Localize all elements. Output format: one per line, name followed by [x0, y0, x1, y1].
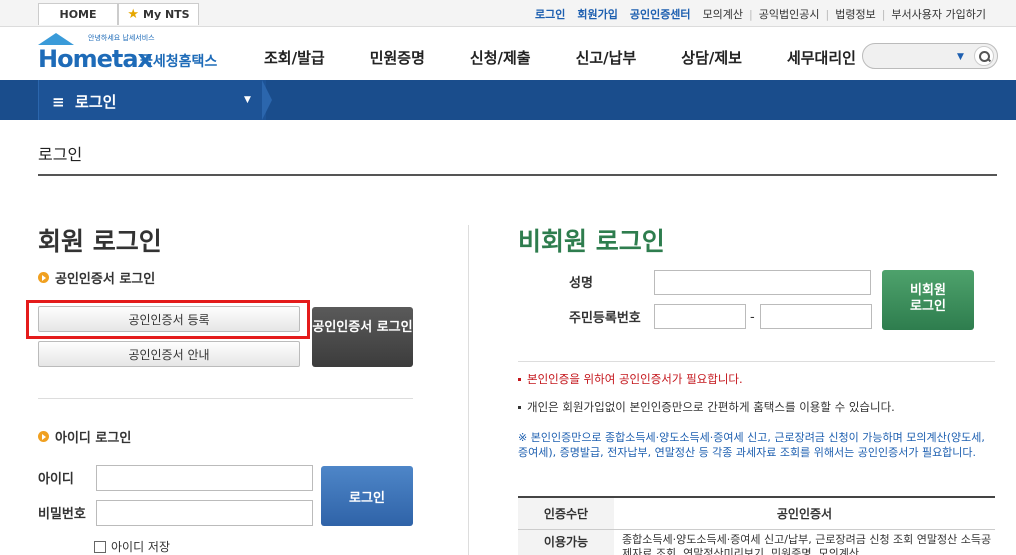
simulation-link[interactable]: 모의계산	[697, 6, 749, 22]
cert-guide-button[interactable]: 공인인증서 안내	[38, 341, 300, 367]
logo-wordmark: Hometax	[38, 45, 153, 73]
checkbox-box[interactable]	[94, 540, 106, 553]
cert-login-heading: 공인인증서 로그인	[55, 272, 156, 287]
caret-down-icon[interactable]: ▼	[244, 95, 251, 105]
home-tab-label: HOME	[59, 8, 97, 21]
rrn-dash: -	[750, 310, 755, 325]
id-login-section: 아이디 로그인	[38, 427, 131, 446]
table-header-cell: 인증수단	[518, 496, 614, 530]
location-menu[interactable]: ≡ 로그인	[52, 91, 116, 112]
member-login-title: 회원 로그인	[38, 227, 162, 256]
cert-login-label: 공인인증서 로그인	[312, 320, 413, 335]
page-title: 로그인	[38, 145, 83, 164]
hometax-logo[interactable]: 안녕하세요 납세서비스 Hometax 국세청홈택스	[38, 31, 238, 75]
save-id-checkbox[interactable]: 아이디 저장	[94, 538, 170, 555]
search-icon[interactable]	[974, 46, 994, 66]
save-id-label: 아이디 저장	[111, 540, 171, 554]
chevron-down-icon[interactable]: ▼	[957, 52, 964, 62]
note-simple-use-text: 개인은 회원가입없이 본인인증만으로 간편하게 홈택스를 이용할 수 있습니다.	[527, 400, 895, 414]
law-info-link[interactable]: 법령정보	[829, 6, 881, 22]
dept-user-signup-link[interactable]: 부서사용자 가입하기	[885, 6, 992, 22]
roof-icon	[38, 33, 74, 45]
note-cert-required-text: 본인인증을 위하여 공인인증서가 필요합니다.	[527, 372, 743, 386]
cert-login-section: 공인인증서 로그인	[38, 268, 155, 287]
login-link[interactable]: 로그인	[529, 6, 571, 22]
name-label: 성명	[569, 276, 593, 291]
bullet-icon	[518, 406, 521, 409]
arrow-divider	[262, 80, 272, 120]
divider	[518, 361, 995, 362]
cert-guide-label: 공인인증서 안내	[128, 347, 210, 362]
id-login-button[interactable]: 로그인	[321, 466, 413, 526]
note-simple-use: 개인은 회원가입없이 본인인증만으로 간편하게 홈택스를 이용할 수 있습니다.	[518, 399, 895, 415]
utility-links: 로그인 회원가입 공인인증센터 모의계산 | 공익법인공시 | 법령정보 | 부서사용…	[529, 6, 992, 22]
location-bar: ≡ 로그인 ▼	[0, 80, 1016, 120]
mynts-tab-label: My NTS	[143, 8, 190, 21]
id-login-heading: 아이디 로그인	[55, 431, 132, 446]
search-input[interactable]: ▼	[862, 43, 998, 69]
nav-consult[interactable]: 상담/제보	[681, 47, 742, 68]
signup-link[interactable]: 회원가입	[571, 6, 623, 22]
logo-korean: 국세청홈택스	[140, 54, 218, 70]
nav-inquiry[interactable]: 조회/발급	[264, 47, 325, 68]
logo-tagline: 안녕하세요 납세서비스	[88, 34, 155, 42]
id-input[interactable]	[96, 465, 313, 491]
password-label: 비밀번호	[38, 507, 86, 522]
table-header-cell: 공인인증서	[614, 496, 995, 530]
note-cert-required: 본인인증을 위하여 공인인증서가 필요합니다.	[518, 371, 743, 387]
table-row: 이용가능 종합소득세·양도소득세·증여세 신고/납부, 근로장려금 신청 조회 …	[518, 529, 995, 555]
bullet-icon	[38, 431, 49, 442]
note-info: ※ 본인인증만으로 종합소득세·양도소득세·증여세 신고, 근로장려금 신청이 …	[518, 431, 985, 459]
home-tab[interactable]: HOME	[38, 3, 118, 25]
cert-center-link[interactable]: 공인인증센터	[624, 6, 697, 22]
id-label: 아이디	[38, 472, 74, 487]
guest-login-button[interactable]: 비회원 로그인	[882, 270, 974, 330]
table-cell: 종합소득세·양도소득세·증여세 신고/납부, 근로장려금 신청 조회 연말정산 …	[614, 529, 995, 555]
rrn-front-input[interactable]	[654, 304, 746, 329]
bullet-icon	[38, 272, 49, 283]
bullet-icon	[518, 378, 521, 381]
password-input[interactable]	[96, 500, 313, 526]
name-input[interactable]	[654, 270, 871, 295]
auth-method-table: 인증수단 공인인증서 이용가능 종합소득세·양도소득세·증여세 신고/납부, 근…	[518, 496, 995, 555]
column-divider	[468, 225, 469, 555]
cert-register-label: 공인인증서 등록	[128, 312, 210, 327]
guest-login-label: 비회원 로그인	[910, 283, 946, 314]
public-corp-link[interactable]: 공익법인공시	[753, 6, 826, 22]
mynts-tab[interactable]: ★ My NTS	[118, 3, 199, 25]
rrn-label: 주민등록번호	[569, 311, 641, 326]
table-header: 인증수단 공인인증서	[518, 496, 995, 530]
cert-register-button[interactable]: 공인인증서 등록	[38, 306, 300, 332]
rrn-back-input[interactable]	[760, 304, 872, 329]
cert-login-button[interactable]: 공인인증서 로그인	[312, 307, 413, 367]
divider	[38, 174, 997, 176]
nav-civil-cert[interactable]: 민원증명	[370, 47, 425, 68]
site-header: 안녕하세요 납세서비스 Hometax 국세청홈택스 조회/발급 민원증명 신청…	[0, 27, 1016, 80]
nav-apply[interactable]: 신청/제출	[470, 47, 531, 68]
guest-login-title: 비회원 로그인	[518, 227, 665, 256]
id-login-label: 로그인	[349, 490, 385, 506]
star-icon: ★	[127, 7, 140, 22]
nav-report-pay[interactable]: 신고/납부	[576, 47, 637, 68]
top-utility-bar: HOME ★ My NTS 로그인 회원가입 공인인증센터 모의계산 | 공익법인공…	[0, 0, 1016, 27]
divider	[38, 398, 413, 399]
main-nav: 조회/발급 민원증명 신청/제출 신고/납부 상담/제보 세무대리인	[264, 47, 901, 68]
nav-tax-agent[interactable]: 세무대리인	[787, 47, 856, 68]
location-label: 로그인	[75, 93, 117, 111]
table-cell: 이용가능	[518, 529, 614, 555]
